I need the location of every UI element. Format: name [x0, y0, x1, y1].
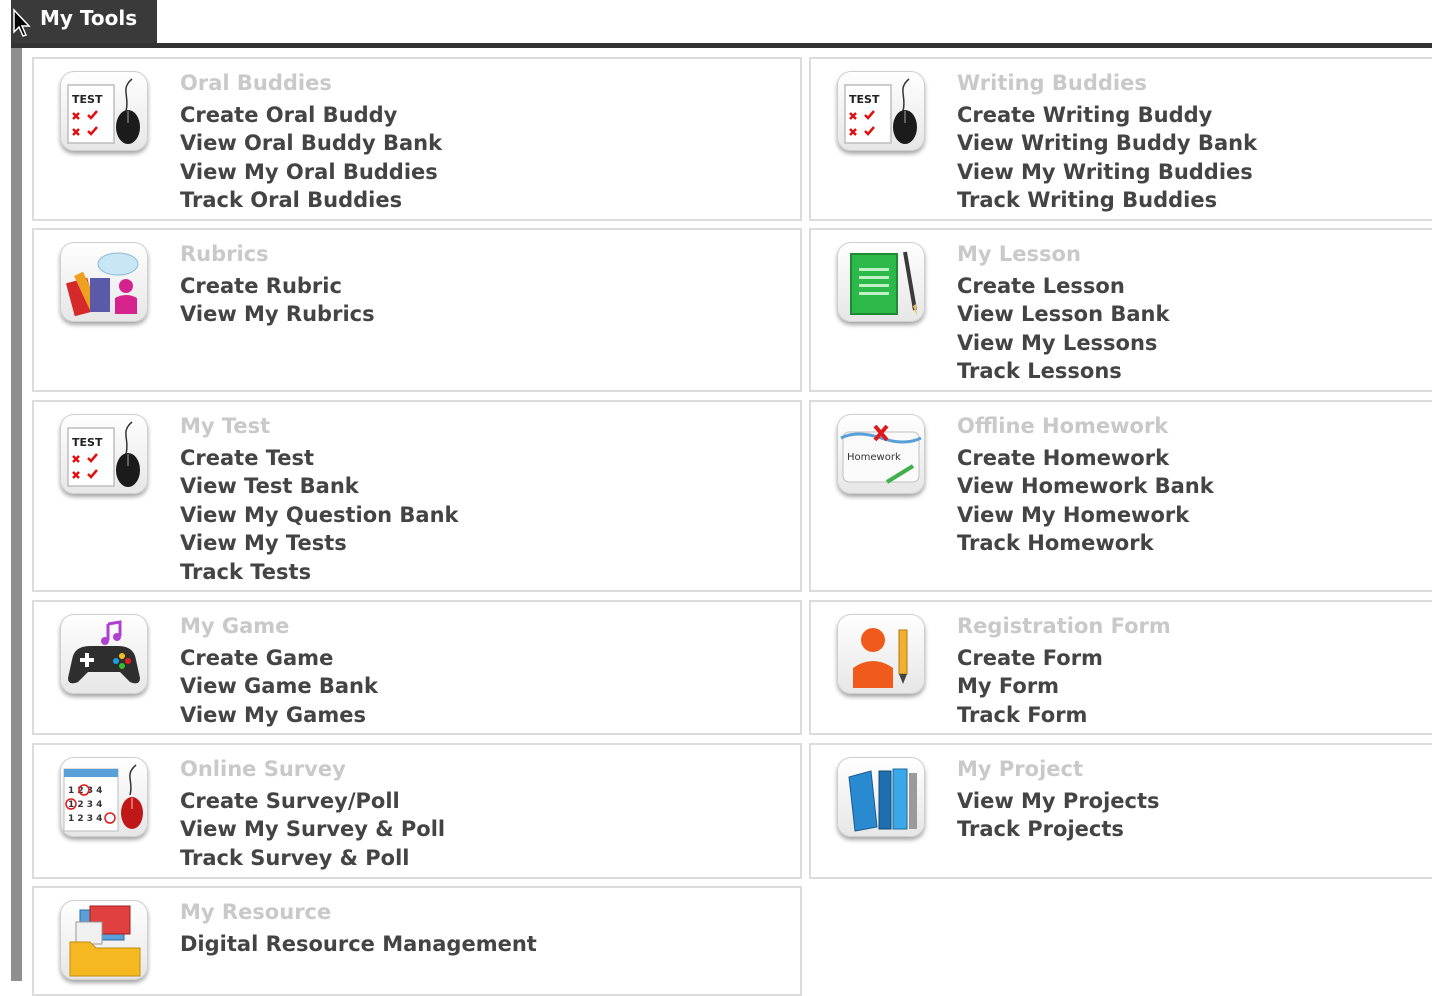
panel-online-survey: 1 2 3 4 1 2 3 4 1 2 3 4 Online Survey Cr…	[32, 743, 802, 879]
lesson-book-icon	[837, 242, 925, 322]
view-homework-bank-link[interactable]: View Homework Bank	[957, 472, 1214, 500]
view-my-rubrics-link[interactable]: View My Rubrics	[180, 300, 375, 328]
create-rubric-link[interactable]: Create Rubric	[180, 272, 375, 300]
view-my-lessons-link[interactable]: View My Lessons	[957, 329, 1169, 357]
create-survey-poll-link[interactable]: Create Survey/Poll	[180, 787, 445, 815]
test-label: TEST	[72, 436, 103, 449]
view-my-tests-link[interactable]: View My Tests	[180, 529, 459, 557]
section-title-my-lesson: My Lesson	[957, 242, 1081, 266]
view-oral-buddy-bank-link[interactable]: View Oral Buddy Bank	[180, 129, 442, 157]
online-survey-links: Create Survey/Poll View My Survey & Poll…	[180, 787, 445, 872]
test-mouse-icon: TEST	[60, 414, 148, 494]
left-edge-bar	[11, 0, 22, 981]
track-form-link[interactable]: Track Form	[957, 701, 1103, 729]
my-resource-links: Digital Resource Management	[180, 930, 537, 958]
panel-offline-homework: Homework Offline Homework Create Homewor…	[809, 400, 1432, 592]
page-title: My Tools	[40, 6, 138, 30]
create-game-link[interactable]: Create Game	[180, 644, 378, 672]
offline-homework-links: Create Homework View Homework Bank View …	[957, 444, 1214, 558]
my-tools-tab: My Tools	[11, 0, 157, 44]
game-controller-icon	[60, 614, 148, 694]
view-test-bank-link[interactable]: View Test Bank	[180, 472, 459, 500]
my-game-links: Create Game View Game Bank View My Games	[180, 644, 378, 729]
panel-oral-buddies: TEST Oral Buddies Create Oral Buddy View…	[32, 57, 802, 221]
create-oral-buddy-link[interactable]: Create Oral Buddy	[180, 101, 442, 129]
homework-icon-label: Homework	[847, 452, 901, 463]
track-survey-poll-link[interactable]: Track Survey & Poll	[180, 844, 445, 872]
section-title-registration-form: Registration Form	[957, 614, 1171, 638]
view-my-writing-buddies-link[interactable]: View My Writing Buddies	[957, 158, 1257, 186]
section-title-my-resource: My Resource	[180, 900, 332, 924]
test-label: TEST	[849, 93, 880, 106]
registration-form-links: Create Form My Form Track Form	[957, 644, 1103, 729]
rubrics-links: Create Rubric View My Rubrics	[180, 272, 375, 329]
create-test-link[interactable]: Create Test	[180, 444, 459, 472]
section-title-my-project: My Project	[957, 757, 1083, 781]
view-writing-buddy-bank-link[interactable]: View Writing Buddy Bank	[957, 129, 1257, 157]
view-lesson-bank-link[interactable]: View Lesson Bank	[957, 300, 1169, 328]
writing-buddies-links: Create Writing Buddy View Writing Buddy …	[957, 101, 1257, 215]
track-projects-link[interactable]: Track Projects	[957, 815, 1160, 843]
create-homework-link[interactable]: Create Homework	[957, 444, 1214, 472]
my-form-link[interactable]: My Form	[957, 672, 1103, 700]
create-writing-buddy-link[interactable]: Create Writing Buddy	[957, 101, 1257, 129]
track-oral-buddies-link[interactable]: Track Oral Buddies	[180, 186, 442, 214]
digital-resource-management-link[interactable]: Digital Resource Management	[180, 930, 537, 958]
rubric-icon	[60, 242, 148, 322]
view-my-games-link[interactable]: View My Games	[180, 701, 378, 729]
panel-rubrics: Rubrics Create Rubric View My Rubrics	[32, 228, 802, 392]
track-homework-link[interactable]: Track Homework	[957, 529, 1214, 557]
view-my-question-bank-link[interactable]: View My Question Bank	[180, 501, 459, 529]
view-my-projects-link[interactable]: View My Projects	[957, 787, 1160, 815]
panel-registration-form: Registration Form Create Form My Form Tr…	[809, 600, 1432, 735]
resource-folder-icon	[60, 900, 148, 980]
view-my-homework-link[interactable]: View My Homework	[957, 501, 1214, 529]
test-mouse-icon: TEST	[837, 71, 925, 151]
section-title-rubrics: Rubrics	[180, 242, 269, 266]
test-mouse-icon: TEST	[60, 71, 148, 151]
section-title-my-game: My Game	[180, 614, 290, 638]
survey-row-3: 1 2 3 4	[68, 814, 102, 824]
mouse-pointer-icon	[13, 8, 31, 37]
registration-person-icon	[837, 614, 925, 694]
view-my-oral-buddies-link[interactable]: View My Oral Buddies	[180, 158, 442, 186]
my-project-links: View My Projects Track Projects	[957, 787, 1160, 844]
test-label: TEST	[72, 93, 103, 106]
track-lessons-link[interactable]: Track Lessons	[957, 357, 1169, 385]
survey-mouse-icon: 1 2 3 4 1 2 3 4 1 2 3 4	[60, 757, 148, 837]
view-my-survey-poll-link[interactable]: View My Survey & Poll	[180, 815, 445, 843]
panel-my-project: My Project View My Projects Track Projec…	[809, 743, 1432, 879]
panel-writing-buddies: TEST Writing Buddies Create Writing Budd…	[809, 57, 1432, 221]
panel-my-resource: My Resource Digital Resource Management	[32, 886, 802, 996]
section-title-my-test: My Test	[180, 414, 271, 438]
panel-my-lesson: My Lesson Create Lesson View Lesson Bank…	[809, 228, 1432, 392]
section-title-online-survey: Online Survey	[180, 757, 346, 781]
header-rule	[11, 43, 1432, 48]
track-writing-buddies-link[interactable]: Track Writing Buddies	[957, 186, 1257, 214]
panel-my-test: TEST My Test Create Test View Test Bank …	[32, 400, 802, 592]
panel-my-game: My Game Create Game View Game Bank View …	[32, 600, 802, 735]
section-title-offline-homework: Offline Homework	[957, 414, 1169, 438]
section-title-writing-buddies: Writing Buddies	[957, 71, 1147, 95]
homework-icon: Homework	[837, 414, 925, 494]
create-form-link[interactable]: Create Form	[957, 644, 1103, 672]
view-game-bank-link[interactable]: View Game Bank	[180, 672, 378, 700]
my-test-links: Create Test View Test Bank View My Quest…	[180, 444, 459, 586]
create-lesson-link[interactable]: Create Lesson	[957, 272, 1169, 300]
oral-buddies-links: Create Oral Buddy View Oral Buddy Bank V…	[180, 101, 442, 215]
section-title-oral-buddies: Oral Buddies	[180, 71, 332, 95]
track-tests-link[interactable]: Track Tests	[180, 558, 459, 586]
project-binders-icon	[837, 757, 925, 837]
my-lesson-links: Create Lesson View Lesson Bank View My L…	[957, 272, 1169, 386]
